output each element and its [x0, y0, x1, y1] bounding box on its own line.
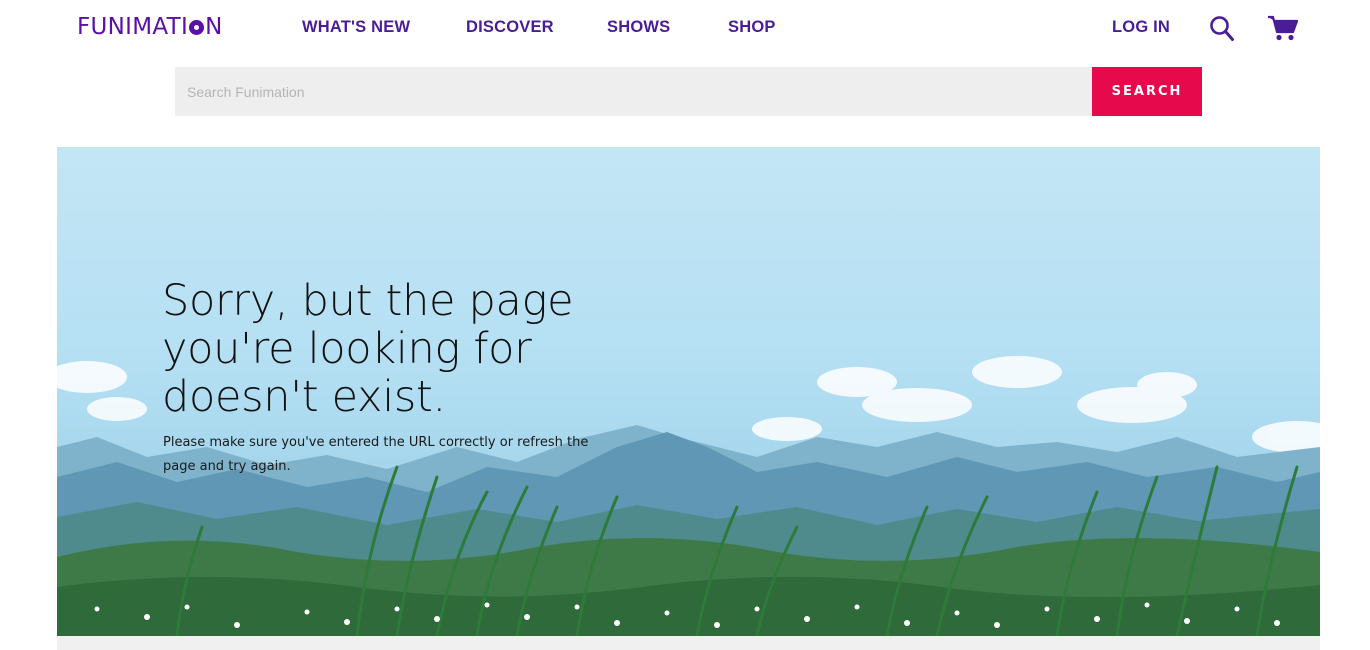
nav-shop[interactable]: SHOP: [728, 18, 776, 37]
cart-icon[interactable]: [1267, 14, 1299, 47]
error-headline: Sorry, but the page you're looking for d…: [162, 276, 574, 422]
login-link[interactable]: LOG IN: [1112, 18, 1170, 37]
nav-discover[interactable]: DISCOVER: [466, 18, 554, 37]
logo-text-start: FUNIMATI: [77, 14, 189, 40]
nav-whats-new[interactable]: WHAT'S NEW: [302, 18, 410, 37]
error-hero: Sorry, but the page you're looking for d…: [57, 147, 1320, 636]
nav-shows[interactable]: SHOWS: [607, 18, 670, 37]
search-icon[interactable]: [1209, 15, 1235, 48]
top-navigation: FUNIMATI N WHAT'S NEW DISCOVER SHOWS SHOP…: [0, 0, 1370, 56]
error-message: Please make sure you've entered the URL …: [163, 435, 589, 474]
logo-text-end: N: [205, 14, 223, 40]
funimation-logo[interactable]: FUNIMATI N: [77, 12, 223, 42]
search-button[interactable]: SEARCH: [1092, 67, 1202, 116]
footer-strip: [57, 636, 1320, 650]
logo-o-mark: [189, 20, 205, 35]
search-input[interactable]: [175, 67, 1092, 116]
search-bar: SEARCH: [175, 67, 1202, 116]
